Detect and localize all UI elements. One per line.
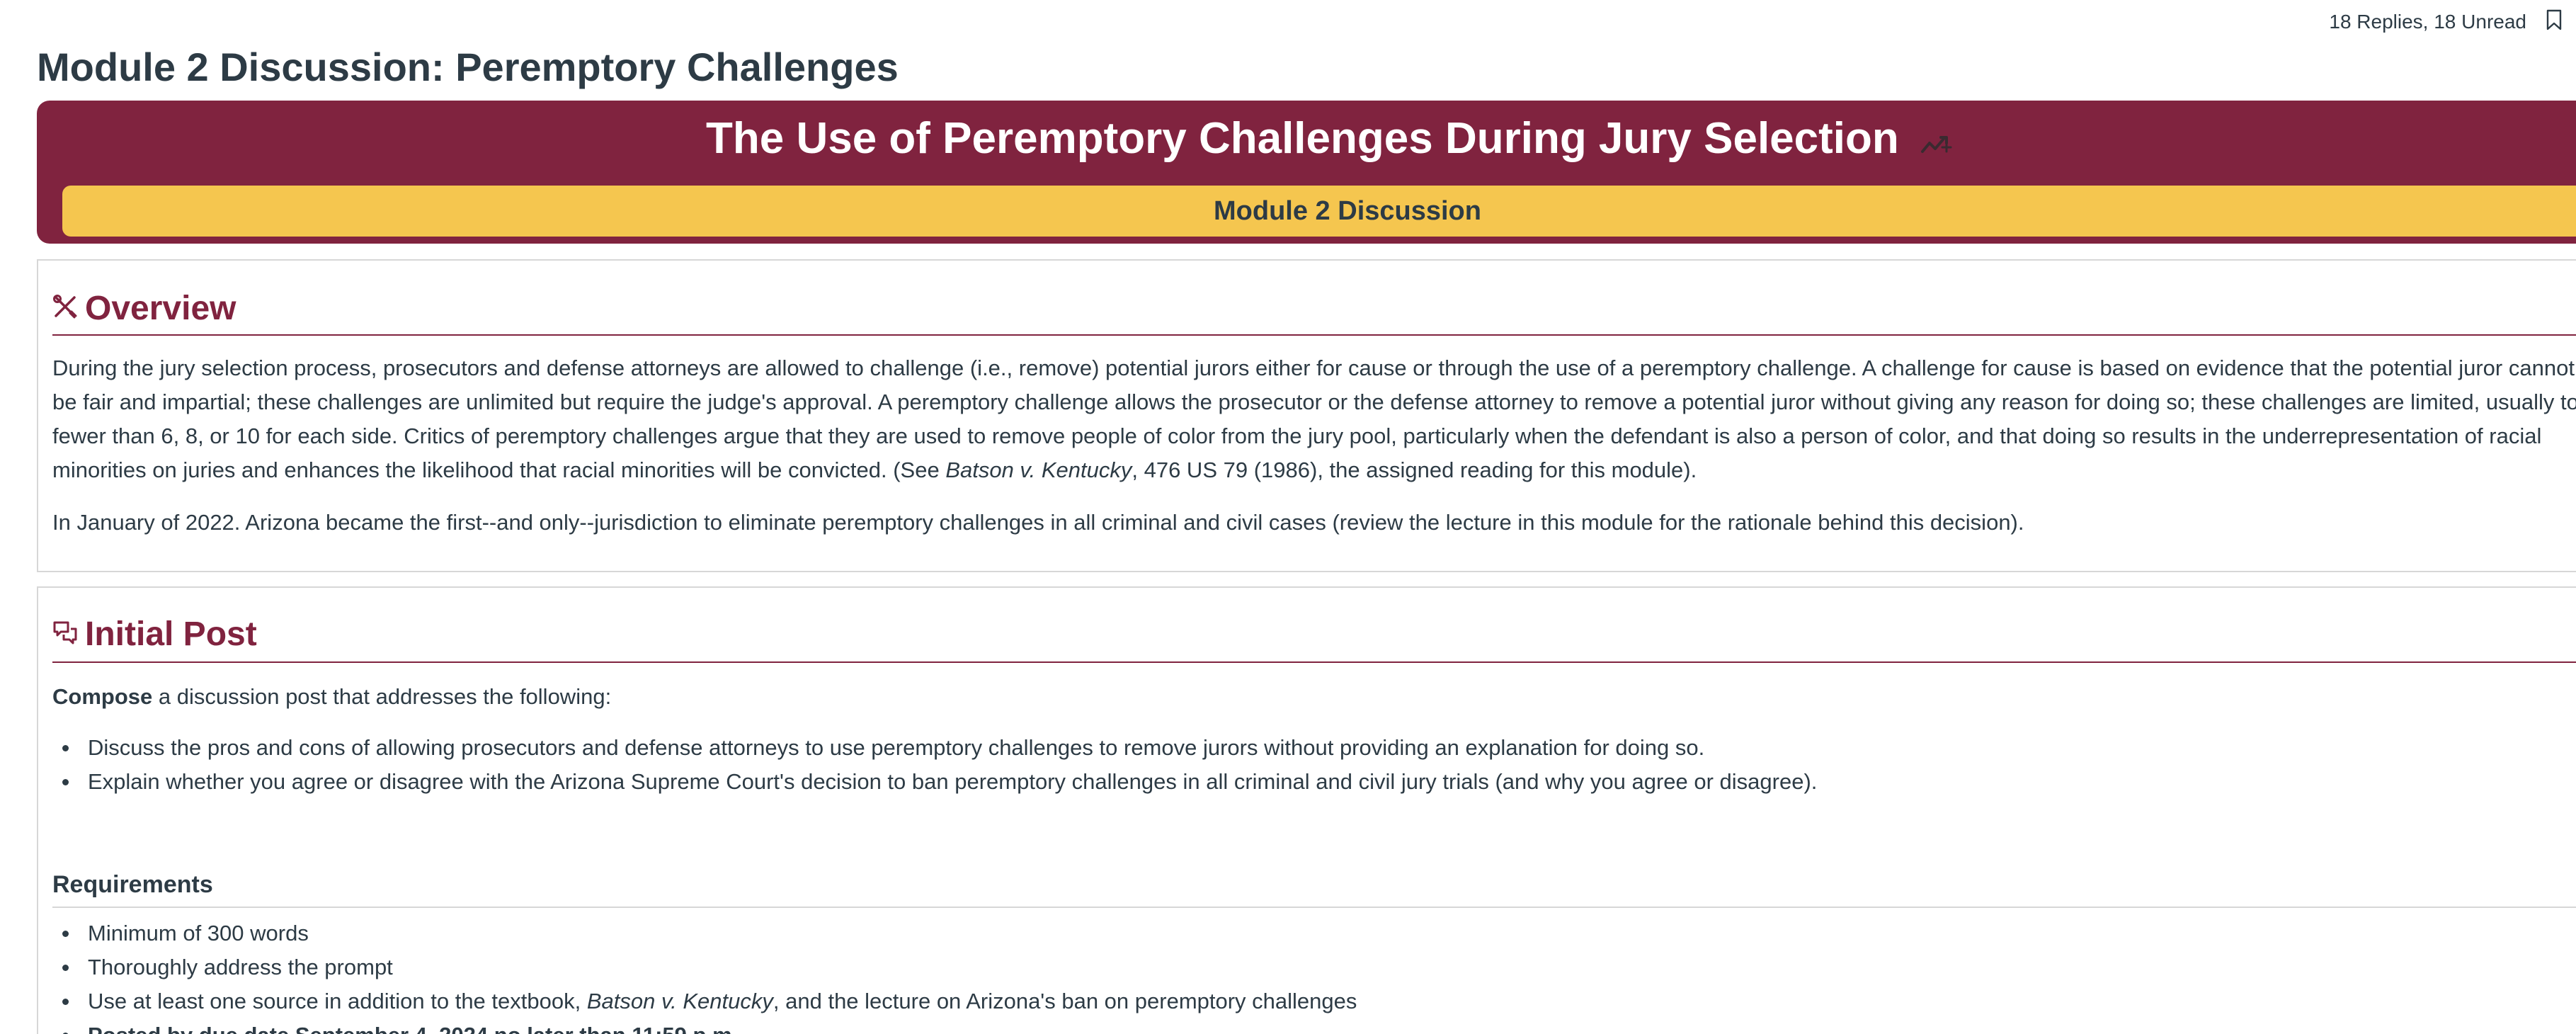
external-tool-icon[interactable] [1920,116,1952,166]
prompt-list: Discuss the pros and cons of allowing pr… [52,731,1817,799]
overview-paragraph-2: In January of 2022. Arizona became the f… [52,510,2024,535]
banner-subtitle: Module 2 Discussion [1214,196,1481,226]
list-item: Use at least one source in addition to t… [52,984,1357,1018]
banner-title-text: The Use of Peremptory Challenges During … [706,114,1899,163]
compose-label: Compose [52,684,153,709]
overview-section: Overview During the jury selection proce… [37,259,2576,572]
overview-heading: Overview [52,289,236,328]
compose-instruction: Compose a discussion post that addresses… [52,680,2576,714]
banner-title: The Use of Peremptory Challenges During … [37,113,2576,166]
requirements-list: Minimum of 300 words Thoroughly address … [52,916,1357,1034]
page-title: Module 2 Discussion: Peremptory Challeng… [37,45,899,89]
initial-post-divider [52,661,2576,663]
list-item: Minimum of 300 words [52,916,1357,950]
requirement-text-a: Use at least one source in addition to t… [88,989,587,1013]
banner-subtitle-bar: Module 2 Discussion [62,186,2576,237]
tools-icon [52,289,78,328]
replies-status: 18 Replies, 18 Unread [2329,11,2526,33]
list-item: Posted by due date September 4, 2024 no … [52,1018,1357,1034]
overview-paragraph-1-text-b: , 476 US 79 (1986), the assigned reading… [1132,458,1697,482]
list-item: Discuss the pros and cons of allowing pr… [52,731,1817,765]
compose-text: a discussion post that addresses the fol… [152,684,612,709]
discussion-status-bar: 18 Replies, 18 Unread [2329,8,2562,35]
requirements-divider [52,907,2576,908]
initial-post-heading-text: Initial Post [85,615,257,653]
overview-paragraph-1: During the jury selection process, prose… [52,351,2576,487]
initial-post-heading: Initial Post [52,615,257,654]
list-item: Thoroughly address the prompt [52,950,1357,984]
case-citation: Batson v. Kentucky [945,458,1132,482]
overview-divider [52,334,2576,336]
requirement-text-b: , and the lecture on Arizona's ban on pe… [773,989,1357,1013]
requirements-heading: Requirements [52,871,213,898]
overview-heading-text: Overview [85,290,236,327]
list-item: Explain whether you agree or disagree wi… [52,765,1817,799]
discussion-icon [52,615,78,654]
module-banner: The Use of Peremptory Challenges During … [37,101,2576,244]
initial-post-section: Initial Post Compose a discussion post t… [37,586,2576,1034]
bookmark-icon[interactable] [2546,9,2562,35]
case-citation: Batson v. Kentucky [586,989,773,1013]
